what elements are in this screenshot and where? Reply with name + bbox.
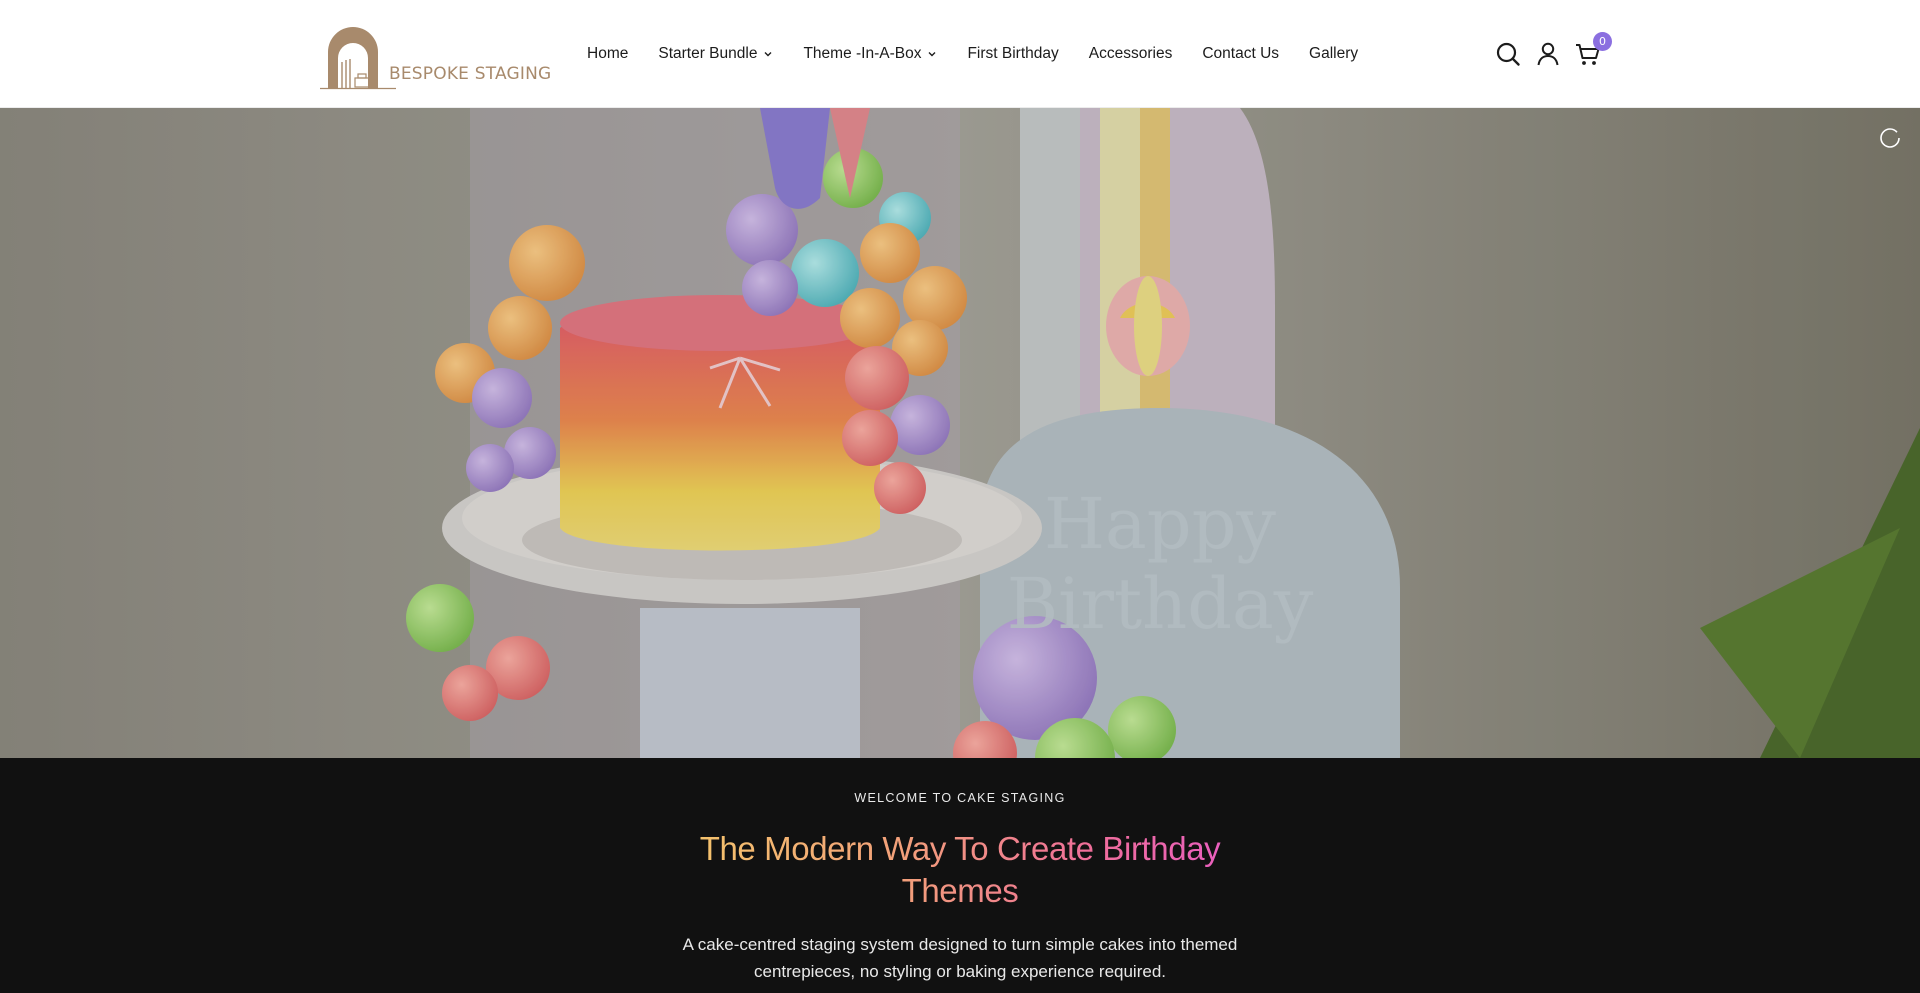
cart-count-badge: 0: [1593, 32, 1612, 51]
header-actions: 0: [1494, 32, 1612, 70]
search-icon: [1496, 42, 1520, 66]
nav-theme-in-a-box[interactable]: Theme -In-A-Box: [803, 45, 937, 63]
nav-starter-bundle[interactable]: Starter Bundle: [658, 45, 773, 63]
intro-subtext: A cake-centred staging system designed t…: [682, 935, 1238, 981]
user-icon: [1537, 42, 1559, 66]
brand-logo[interactable]: BESPOKE STAGING: [318, 18, 552, 90]
main-nav: Home Starter Bundle Theme -In-A-Box Firs…: [587, 0, 1358, 108]
hero-image: Happy Birthday: [0, 108, 1920, 758]
chevron-down-icon: [764, 52, 772, 57]
nav-starter-bundle-label: Starter Bundle: [658, 45, 758, 62]
nav-gallery-label: Gallery: [1309, 45, 1359, 62]
intro-eyebrow: WELCOME TO CAKE STAGING: [854, 791, 1066, 805]
nav-first-birthday[interactable]: First Birthday: [967, 45, 1058, 63]
nav-first-birthday-label: First Birthday: [967, 45, 1059, 62]
account-button[interactable]: [1534, 40, 1562, 68]
cart-button[interactable]: 0: [1574, 32, 1612, 68]
hero-banner: Happy Birthday: [0, 108, 1920, 758]
nav-home[interactable]: Home: [587, 45, 628, 63]
pause-button[interactable]: [1879, 127, 1901, 149]
intro-headline: The Modern Way To Create Birthday Themes: [660, 828, 1260, 912]
nav-theme-in-a-box-label: Theme -In-A-Box: [803, 45, 922, 62]
pause-icon: [1880, 128, 1900, 148]
nav-contact-us-label: Contact Us: [1202, 45, 1280, 62]
chevron-down-icon: [928, 52, 936, 57]
intro-section: WELCOME TO CAKE STAGING The Modern Way T…: [0, 758, 1920, 993]
nav-accessories[interactable]: Accessories: [1089, 45, 1173, 63]
nav-accessories-label: Accessories: [1088, 45, 1173, 62]
nav-gallery[interactable]: Gallery: [1309, 45, 1358, 63]
nav-home-label: Home: [587, 45, 629, 62]
site-header: BESPOKE STAGING Home Starter Bundle Them…: [0, 0, 1920, 108]
arch-logo-icon: [320, 27, 396, 90]
search-button[interactable]: [1494, 40, 1522, 68]
nav-contact-us[interactable]: Contact Us: [1202, 45, 1279, 63]
brand-name: BESPOKE STAGING: [389, 64, 552, 84]
